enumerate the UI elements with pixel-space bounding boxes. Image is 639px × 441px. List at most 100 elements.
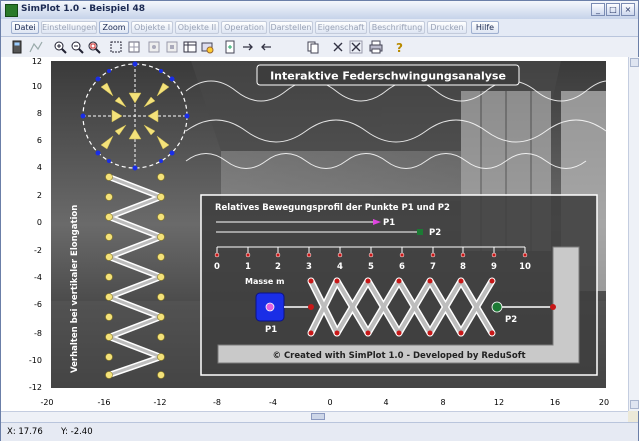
svg-text:?: ? — [396, 41, 403, 54]
credit-text: © Created with SimPlot 1.0 - Developed b… — [272, 351, 525, 361]
help-icon[interactable]: ? — [393, 40, 407, 54]
minimize-button[interactable]: _ — [591, 3, 605, 16]
menu-bar: Datei Einstellungen Zoom Objekte I Objek… — [1, 19, 638, 37]
scale-number: 2 — [275, 262, 281, 272]
y-tick: 12 — [32, 57, 42, 66]
y-axis-labels: 12 10 8 6 4 2 0 -2 -4 -6 -8 -10 -12 — [29, 57, 42, 392]
x-tick: 20 — [599, 398, 609, 407]
x-tick: -4 — [269, 398, 277, 407]
spring-end-point-icon — [491, 301, 503, 313]
zoom-in-icon[interactable] — [53, 40, 67, 54]
vertical-scrollbar[interactable] — [628, 57, 639, 411]
x-tick: -20 — [40, 398, 53, 407]
page-icon[interactable] — [223, 40, 237, 54]
arrow-left-icon[interactable] — [259, 40, 273, 54]
arrow-right-icon[interactable] — [241, 40, 255, 54]
horizontal-scrollbar[interactable] — [1, 411, 628, 422]
y-tick: -10 — [29, 356, 42, 365]
menu-operation[interactable]: Operation — [221, 21, 267, 34]
plot-area[interactable]: Verhalten bei vertikaler Elongation Inte… — [1, 57, 628, 411]
delete-icon[interactable] — [349, 40, 363, 54]
copy-image-icon[interactable] — [165, 40, 179, 54]
y-tick: -8 — [34, 329, 42, 338]
menu-beschriftung[interactable]: Beschriftung — [369, 21, 425, 34]
select-rect-icon[interactable] — [109, 40, 123, 54]
x-tick: -8 — [213, 398, 221, 407]
mass-point-label: P1 — [265, 325, 277, 335]
scale-number: 5 — [368, 262, 374, 272]
window-title: SimPlot 1.0 - Beispiel 48 — [21, 4, 145, 14]
x-tick: 4 — [383, 398, 388, 407]
x-tick: 16 — [550, 398, 560, 407]
side-label: Verhalten bei vertikaler Elongation — [70, 205, 80, 373]
status-y: Y: -2.40 — [61, 427, 93, 437]
menu-darstellen[interactable]: Darstellen — [269, 21, 313, 34]
toolbar: ? — [1, 37, 638, 58]
x-tick: -12 — [153, 398, 166, 407]
mass-label: Masse m — [245, 277, 284, 286]
table-icon[interactable] — [183, 40, 197, 54]
y-tick: 8 — [37, 109, 42, 118]
title-bar[interactable]: SimPlot 1.0 - Beispiel 48 _ □ × — [1, 1, 638, 20]
scale-number: 0 — [214, 262, 220, 272]
cross-icon[interactable] — [331, 40, 345, 54]
y-tick: 2 — [37, 191, 42, 200]
menu-einstellungen[interactable]: Einstellungen — [41, 21, 97, 34]
scale-number: 7 — [430, 262, 436, 272]
scale-number: 10 — [519, 262, 531, 272]
axes-icon[interactable] — [147, 40, 161, 54]
app-window: SimPlot 1.0 - Beispiel 48 _ □ × Datei Ei… — [0, 0, 639, 441]
y-tick: -2 — [34, 246, 42, 255]
menu-hilfe[interactable]: Hilfe — [471, 21, 499, 34]
scale-number: 9 — [491, 262, 497, 272]
x-tick: -16 — [97, 398, 110, 407]
scale-number: 6 — [399, 262, 405, 272]
app-icon — [5, 4, 18, 17]
scale-number: 3 — [306, 262, 312, 272]
status-x: X: 17.76 — [7, 427, 43, 437]
zoom-fit-icon[interactable] — [87, 40, 101, 54]
scale-number: 1 — [245, 262, 251, 272]
p2-marker-icon — [417, 229, 423, 235]
y-tick: 4 — [37, 163, 42, 172]
menu-zoom[interactable]: Zoom — [99, 21, 129, 34]
scroll-down-button[interactable] — [630, 400, 639, 409]
function-icon[interactable] — [29, 40, 43, 54]
x-tick: 0 — [327, 398, 332, 407]
move-icon[interactable] — [200, 40, 214, 54]
scroll-thumb[interactable] — [311, 413, 325, 420]
close-button[interactable]: × — [621, 3, 635, 16]
spring-point-label: P2 — [505, 315, 517, 325]
document-icon[interactable] — [306, 40, 320, 54]
y-tick: 10 — [32, 82, 42, 91]
p1-label: P1 — [383, 218, 395, 228]
menu-objekte-1[interactable]: Objekte I — [131, 21, 173, 34]
inset-panel: Relatives Bewegungsprofil der Punkte P1 … — [200, 194, 598, 376]
maximize-button[interactable]: □ — [606, 3, 620, 16]
y-tick: -12 — [29, 383, 42, 392]
status-bar: X: 17.76 Y: -2.40 — [1, 422, 638, 441]
scroll-up-button[interactable] — [630, 58, 639, 67]
calculator-icon[interactable] — [10, 40, 24, 54]
mass-point-icon — [265, 302, 275, 312]
x-axis-labels: -20 -16 -12 -8 -4 0 4 8 12 16 20 — [40, 398, 609, 407]
menu-datei[interactable]: Datei — [11, 21, 39, 34]
menu-eigenschaft[interactable]: Eigenschaft — [315, 21, 367, 34]
x-tick: 8 — [440, 398, 445, 407]
x-tick: 12 — [494, 398, 504, 407]
menu-objekte-2[interactable]: Objekte II — [175, 21, 219, 34]
plot-svg[interactable]: Verhalten bei vertikaler Elongation Inte… — [1, 57, 628, 411]
scale-number: 8 — [460, 262, 466, 272]
banner-title: Interaktive Federschwingungsanalyse — [270, 70, 506, 83]
menu-drucken[interactable]: Drucken — [427, 21, 467, 34]
inset-title: Relatives Bewegungsprofil der Punkte P1 … — [215, 203, 450, 213]
p2-label: P2 — [429, 228, 441, 238]
y-tick: 0 — [37, 218, 42, 227]
print-icon[interactable] — [369, 40, 383, 54]
zoom-out-icon[interactable] — [70, 40, 84, 54]
y-tick: 6 — [37, 136, 42, 145]
grid-icon[interactable] — [127, 40, 141, 54]
scale-number: 4 — [337, 262, 343, 272]
y-tick: -6 — [34, 300, 42, 309]
y-tick: -4 — [34, 273, 42, 282]
